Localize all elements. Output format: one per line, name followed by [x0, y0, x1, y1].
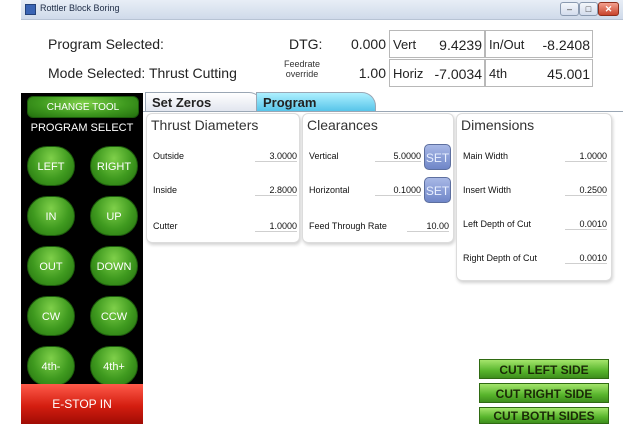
right-depth-label: Right Depth of Cut	[463, 253, 538, 263]
main-width-value[interactable]: 1.0000	[565, 151, 607, 162]
thrust-diameters-title: Thrust Diameters	[151, 117, 259, 133]
left-depth-label: Left Depth of Cut	[463, 219, 532, 229]
fourth-minus-button[interactable]: 4th-	[27, 346, 75, 386]
inout-label: In/Out	[489, 37, 525, 52]
inside-label: Inside	[153, 185, 178, 195]
fourth-plus-button[interactable]: 4th+	[90, 346, 138, 386]
cut-right-side-button[interactable]: CUT RIGHT SIDE	[479, 383, 609, 403]
window-title: Rottler Block Boring	[40, 3, 120, 13]
cut-both-sides-button[interactable]: CUT BOTH SIDES	[479, 407, 609, 424]
main-width-label: Main Width	[463, 151, 509, 161]
mode-label: Mode Selected:	[48, 65, 146, 81]
tab-program[interactable]: Program	[256, 92, 376, 112]
outside-label: Outside	[153, 151, 185, 161]
title-bar: Rottler Block Boring – □ ✕	[21, 0, 623, 20]
dtg-label: DTG:	[289, 36, 323, 52]
left-depth-value[interactable]: 0.0010	[565, 219, 607, 230]
program-selected-label: Program Selected:	[48, 36, 164, 52]
in-button[interactable]: IN	[27, 196, 75, 236]
down-button[interactable]: DOWN	[90, 246, 138, 286]
minimize-button[interactable]: –	[560, 2, 579, 16]
right-button[interactable]: RIGHT	[90, 146, 138, 186]
cut-left-side-button[interactable]: CUT LEFT SIDE	[479, 359, 609, 379]
ccw-button[interactable]: CCW	[90, 296, 138, 336]
left-button[interactable]: LEFT	[27, 146, 75, 186]
feedrate-override-label: Feedrate override	[283, 59, 321, 79]
horizontal-set-button[interactable]: SET	[424, 177, 451, 203]
inout-box: In/Out -8.2408	[485, 30, 593, 58]
thrust-diameters-panel: Thrust Diameters Outside 3.0000 Inside 2…	[146, 113, 300, 243]
horiz-label: Horiz	[393, 66, 424, 81]
cutter-value[interactable]: 1.0000	[255, 221, 297, 232]
cutter-label: Cutter	[153, 221, 178, 231]
right-depth-value[interactable]: 0.0010	[565, 253, 607, 264]
feed-through-rate-value[interactable]: 10.00	[407, 221, 449, 232]
dimensions-title: Dimensions	[461, 117, 535, 133]
fourth-axis-label: 4th	[489, 66, 508, 81]
out-button[interactable]: OUT	[27, 246, 75, 286]
vert-label: Vert	[393, 37, 417, 52]
program-select-panel: CHANGE TOOL PROGRAM SELECT LEFT RIGHT IN…	[21, 93, 143, 424]
horizontal-value[interactable]: 0.1000	[375, 185, 421, 196]
change-tool-button[interactable]: CHANGE TOOL	[27, 96, 139, 118]
vertical-value[interactable]: 5.0000	[375, 151, 421, 162]
clearances-panel: Clearances Vertical 5.0000 SET Horizonta…	[302, 113, 454, 243]
app-icon	[25, 4, 36, 15]
horiz-box: Horiz -7.0034	[389, 59, 485, 87]
mode-selected-label: Mode Selected: Thrust Cutting	[48, 65, 237, 81]
up-button[interactable]: UP	[90, 196, 138, 236]
cw-button[interactable]: CW	[27, 296, 75, 336]
inout-value: -8.2408	[542, 37, 590, 53]
program-select-label: PROGRAM SELECT	[30, 122, 134, 134]
horizontal-label: Horizontal	[309, 185, 350, 195]
maximize-button[interactable]: □	[579, 2, 598, 16]
dtg-value: 0.000	[350, 36, 386, 52]
close-button[interactable]: ✕	[598, 2, 619, 16]
dimensions-panel: Dimensions Main Width 1.0000 Insert Widt…	[456, 113, 612, 281]
estop-button[interactable]: E-STOP IN	[21, 384, 143, 424]
inside-value[interactable]: 2.8000	[255, 185, 297, 196]
fourth-axis-box: 4th 45.001	[485, 59, 593, 87]
feed-through-rate-label: Feed Through Rate	[309, 221, 387, 231]
vertical-label: Vertical	[309, 151, 339, 161]
clearances-title: Clearances	[307, 117, 378, 133]
tab-divider	[143, 111, 623, 112]
vert-value: 9.4239	[439, 37, 482, 53]
vert-box: Vert 9.4239	[389, 30, 485, 58]
insert-width-value[interactable]: 0.2500	[565, 185, 607, 196]
fourth-axis-value: 45.001	[547, 66, 590, 82]
outside-value[interactable]: 3.0000	[255, 151, 297, 162]
insert-width-label: Insert Width	[463, 185, 512, 195]
vertical-set-button[interactable]: SET	[424, 144, 451, 170]
tab-set-zeros[interactable]: Set Zeros	[145, 92, 263, 112]
feedrate-value: 1.00	[358, 65, 386, 81]
mode-value: Thrust Cutting	[148, 65, 237, 81]
horiz-value: -7.0034	[434, 66, 482, 82]
